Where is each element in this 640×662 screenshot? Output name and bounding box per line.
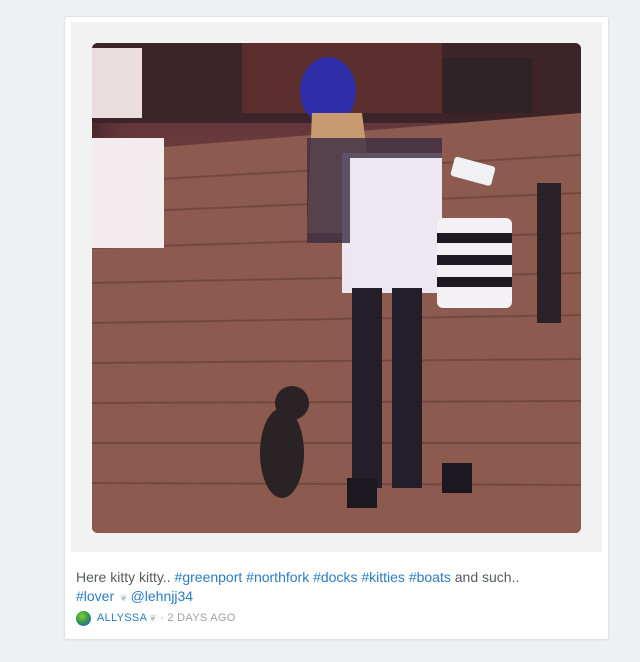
- photo-illustration: [92, 43, 581, 533]
- post-meta: ALLYSSA ❦ · 2 DAYS AGO: [76, 609, 236, 627]
- truck-shape: [442, 58, 532, 113]
- caption-text: Here kitty kitty..: [76, 569, 175, 585]
- striped-bag: [437, 218, 512, 308]
- username-link[interactable]: ALLYSSA: [97, 612, 147, 624]
- separator-dash: ·: [160, 612, 168, 624]
- post-photo[interactable]: [92, 43, 581, 533]
- hashtag-boats[interactable]: #boats: [409, 569, 451, 585]
- white-box: [92, 138, 164, 248]
- photo-frame: [71, 22, 602, 552]
- scooter: [537, 183, 561, 323]
- hashtag-northfork[interactable]: #northfork: [246, 569, 309, 585]
- user-emoji-icon: ❦: [149, 612, 158, 623]
- hashtag-lover[interactable]: #lover: [76, 588, 114, 604]
- caption-tail: and such..: [450, 569, 520, 585]
- hashtag-greenport[interactable]: #greenport: [175, 569, 243, 585]
- mention-lehnjj34[interactable]: @lehnjj34: [131, 588, 193, 604]
- boat-sign: [92, 48, 142, 118]
- hashtag-docks[interactable]: #docks: [313, 569, 357, 585]
- post-caption: Here kitty kitty.. #greenport #northfork…: [76, 568, 596, 608]
- avatar[interactable]: [76, 610, 91, 626]
- hashtag-kitties[interactable]: #kitties: [361, 569, 405, 585]
- leaf-emoji-icon: ❦: [120, 593, 128, 603]
- timestamp: 2 DAYS AGO: [167, 612, 236, 624]
- photo-post-card: Here kitty kitty.. #greenport #northfork…: [64, 16, 609, 640]
